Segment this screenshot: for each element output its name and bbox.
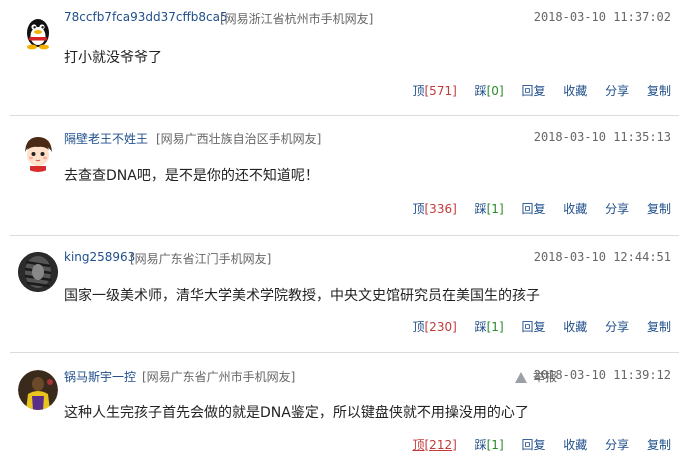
reply-button[interactable]: 回复 xyxy=(521,320,545,334)
user-location: [网易广西壮族自治区手机网友] xyxy=(156,132,322,146)
upvote-button[interactable]: 顶[212] xyxy=(412,438,456,452)
downvote-label: 踩 xyxy=(474,320,487,334)
downvote-button[interactable]: 踩[1] xyxy=(475,202,504,216)
share-button[interactable]: 分享 xyxy=(605,202,629,216)
comment-actions: 顶[336] 踩[1] 回复 收藏 分享 复制 xyxy=(398,200,671,217)
upvote-button[interactable]: 顶[571] xyxy=(412,84,456,98)
downvote-label: 踩 xyxy=(474,438,487,452)
comment-time: 2018-03-10 11:39:12 xyxy=(533,368,671,382)
share-button[interactable]: 分享 xyxy=(605,438,629,452)
favorite-button[interactable]: 收藏 xyxy=(563,202,587,216)
share-button[interactable]: 分享 xyxy=(605,84,629,98)
comment-text: 国家一级美术师，清华大学美术学院教授，中央文史馆研究员在美国生的孩子 xyxy=(64,288,540,304)
share-button[interactable]: 分享 xyxy=(605,320,629,334)
downvote-label: 踩 xyxy=(474,84,487,98)
downvote-label: 踩 xyxy=(474,202,487,216)
upvote-label: 顶 xyxy=(412,202,425,216)
cartoon-boy-avatar[interactable] xyxy=(18,132,58,172)
username-link[interactable]: 锅马斯宇一控 xyxy=(64,368,136,385)
comment-item: king258963 [网易广东省江门手机网友] 2018-03-10 12:4… xyxy=(0,240,689,350)
username-link[interactable]: 78ccfb7fca93dd37cffb8ca5 xyxy=(64,10,228,24)
upvote-count: [212] xyxy=(424,438,457,452)
username-link[interactable]: king258963 xyxy=(64,250,135,264)
copy-button[interactable]: 复制 xyxy=(647,320,671,334)
upvote-label: 顶 xyxy=(412,320,425,334)
comment-text: 这种人生完孩子首先会做的就是DNA鉴定，所以键盘侠就不用操没用的心了 xyxy=(64,405,529,421)
downvote-count: [1] xyxy=(486,320,504,334)
upvote-count: [336] xyxy=(424,202,457,216)
upvote-count: [571] xyxy=(424,84,457,98)
upvote-count: [230] xyxy=(424,320,457,334)
upvote-label: 顶 xyxy=(412,438,425,452)
divider xyxy=(10,235,679,236)
reply-button[interactable]: 回复 xyxy=(521,438,545,452)
upvote-label: 顶 xyxy=(412,84,425,98)
qq-penguin-icon[interactable] xyxy=(18,12,58,52)
comment-list: 78ccfb7fca93dd37cffb8ca5 [网易浙江省杭州市手机网友] … xyxy=(0,0,689,471)
reply-button[interactable]: 回复 xyxy=(521,84,545,98)
username-link[interactable]: 隔壁老王不姓王 xyxy=(64,130,148,147)
comment-item: 78ccfb7fca93dd37cffb8ca5 [网易浙江省杭州市手机网友] … xyxy=(0,0,689,116)
basketball-player-avatar[interactable] xyxy=(18,370,58,410)
reply-button[interactable]: 回复 xyxy=(521,202,545,216)
user-location: [网易广东省江门手机网友] xyxy=(130,252,272,266)
divider xyxy=(10,352,679,353)
downvote-count: [0] xyxy=(486,84,504,98)
comment-actions: 顶[571] 踩[0] 回复 收藏 分享 复制 xyxy=(398,82,671,99)
warning-icon xyxy=(514,372,527,383)
downvote-button[interactable]: 踩[1] xyxy=(475,320,504,334)
copy-button[interactable]: 复制 xyxy=(647,438,671,452)
upvote-button[interactable]: 顶[336] xyxy=(412,202,456,216)
comment-time: 2018-03-10 11:35:13 xyxy=(533,130,671,144)
downvote-button[interactable]: 踩[1] xyxy=(475,438,504,452)
comment-item: 锅马斯宇一控 [网易广东省广州市手机网友] 举报 2018-03-10 11:3… xyxy=(0,358,689,471)
copy-button[interactable]: 复制 xyxy=(647,202,671,216)
user-location: [网易浙江省杭州市手机网友] xyxy=(220,12,374,26)
user-location: [网易广东省广州市手机网友] xyxy=(142,370,296,384)
comment-actions: 顶[230] 踩[1] 回复 收藏 分享 复制 xyxy=(398,318,671,335)
comment-time: 2018-03-10 11:37:02 xyxy=(533,10,671,24)
favorite-button[interactable]: 收藏 xyxy=(563,438,587,452)
copy-button[interactable]: 复制 xyxy=(647,84,671,98)
upvote-button[interactable]: 顶[230] xyxy=(412,320,456,334)
downvote-count: [1] xyxy=(486,202,504,216)
comment-item: 隔壁老王不姓王 [网易广西壮族自治区手机网友] 2018-03-10 11:35… xyxy=(0,120,689,232)
downvote-count: [1] xyxy=(486,438,504,452)
downvote-button[interactable]: 踩[0] xyxy=(475,84,504,98)
comment-text: 打小就没爷爷了 xyxy=(64,50,162,66)
comment-text: 去查查DNA吧，是不是你的还不知道呢！ xyxy=(64,168,319,184)
divider xyxy=(10,115,679,116)
favorite-button[interactable]: 收藏 xyxy=(563,320,587,334)
favorite-button[interactable]: 收藏 xyxy=(563,84,587,98)
dark-striped-avatar[interactable] xyxy=(18,252,58,292)
comment-actions: 顶[212] 踩[1] 回复 收藏 分享 复制 xyxy=(398,436,671,453)
comment-time: 2018-03-10 12:44:51 xyxy=(533,250,671,264)
